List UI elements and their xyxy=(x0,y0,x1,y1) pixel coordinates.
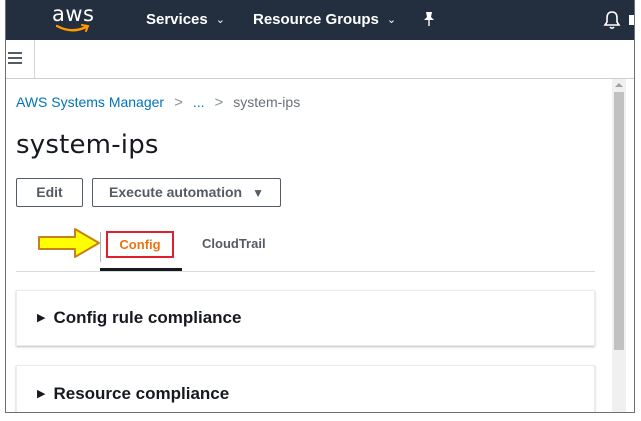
panel-title: Config rule compliance xyxy=(53,308,242,327)
aws-logo-text: aws xyxy=(52,2,95,26)
aws-smile-icon xyxy=(56,24,90,32)
resource-groups-label: Resource Groups xyxy=(253,11,379,28)
tab-config[interactable]: Config xyxy=(106,231,174,258)
breadcrumb-separator: > xyxy=(174,94,183,111)
breadcrumb-current: system-ips xyxy=(233,94,301,110)
toolbar-divider xyxy=(34,40,35,78)
edit-button[interactable]: Edit xyxy=(16,178,83,207)
breadcrumb: AWS Systems Manager >... > system-ips xyxy=(16,94,300,111)
bell-icon[interactable] xyxy=(603,10,621,30)
breadcrumb-separator: > xyxy=(214,94,224,111)
tab-cloudtrail-label: CloudTrail xyxy=(202,236,266,251)
aws-logo[interactable]: aws xyxy=(52,2,95,36)
edit-button-label: Edit xyxy=(36,184,63,200)
tab-config-label: Config xyxy=(119,237,161,252)
resource-compliance-panel: ▶ Resource compliance xyxy=(16,365,595,412)
tab-divider xyxy=(100,232,101,262)
config-rule-compliance-panel: ▶ Config rule compliance xyxy=(16,290,595,346)
caret-right-icon: ▶ xyxy=(37,388,46,400)
tab-cloudtrail[interactable]: CloudTrail xyxy=(202,236,266,251)
execute-automation-label: Execute automation xyxy=(109,184,243,200)
page-title: system-ips xyxy=(16,130,159,160)
caret-right-icon: ▶ xyxy=(37,312,46,324)
execute-automation-button[interactable]: Execute automation ▼ xyxy=(92,178,281,207)
breadcrumb-ellipsis[interactable]: ... xyxy=(193,94,205,110)
window-edge-mark xyxy=(629,15,634,25)
hamburger-icon[interactable] xyxy=(6,50,26,68)
services-menu[interactable]: Services ⌄ xyxy=(146,11,225,28)
tabs-baseline xyxy=(16,271,595,272)
breadcrumb-systems-manager[interactable]: AWS Systems Manager xyxy=(16,94,164,110)
browser-frame: aws Services ⌄ Resource Groups ⌄ AWS Sys… xyxy=(5,0,635,413)
chevron-down-icon: ⌄ xyxy=(386,14,397,26)
scroll-up-arrow-icon[interactable] xyxy=(612,79,626,91)
scrollbar-thumb[interactable] xyxy=(614,92,624,350)
chevron-down-icon: ⌄ xyxy=(215,14,225,26)
panel-title: Resource compliance xyxy=(53,384,230,403)
resource-groups-menu[interactable]: Resource Groups ⌄ xyxy=(253,11,396,28)
highlight-arrow-icon xyxy=(38,228,100,258)
services-label: Services xyxy=(146,11,208,28)
caret-down-icon: ▼ xyxy=(252,186,264,200)
resource-compliance-header[interactable]: ▶ Resource compliance xyxy=(37,384,229,404)
config-rule-compliance-header[interactable]: ▶ Config rule compliance xyxy=(37,308,241,328)
pushpin-icon[interactable] xyxy=(422,11,436,27)
top-navigation-bar: aws Services ⌄ Resource Groups ⌄ xyxy=(6,0,634,40)
secondary-toolbar xyxy=(6,40,634,79)
